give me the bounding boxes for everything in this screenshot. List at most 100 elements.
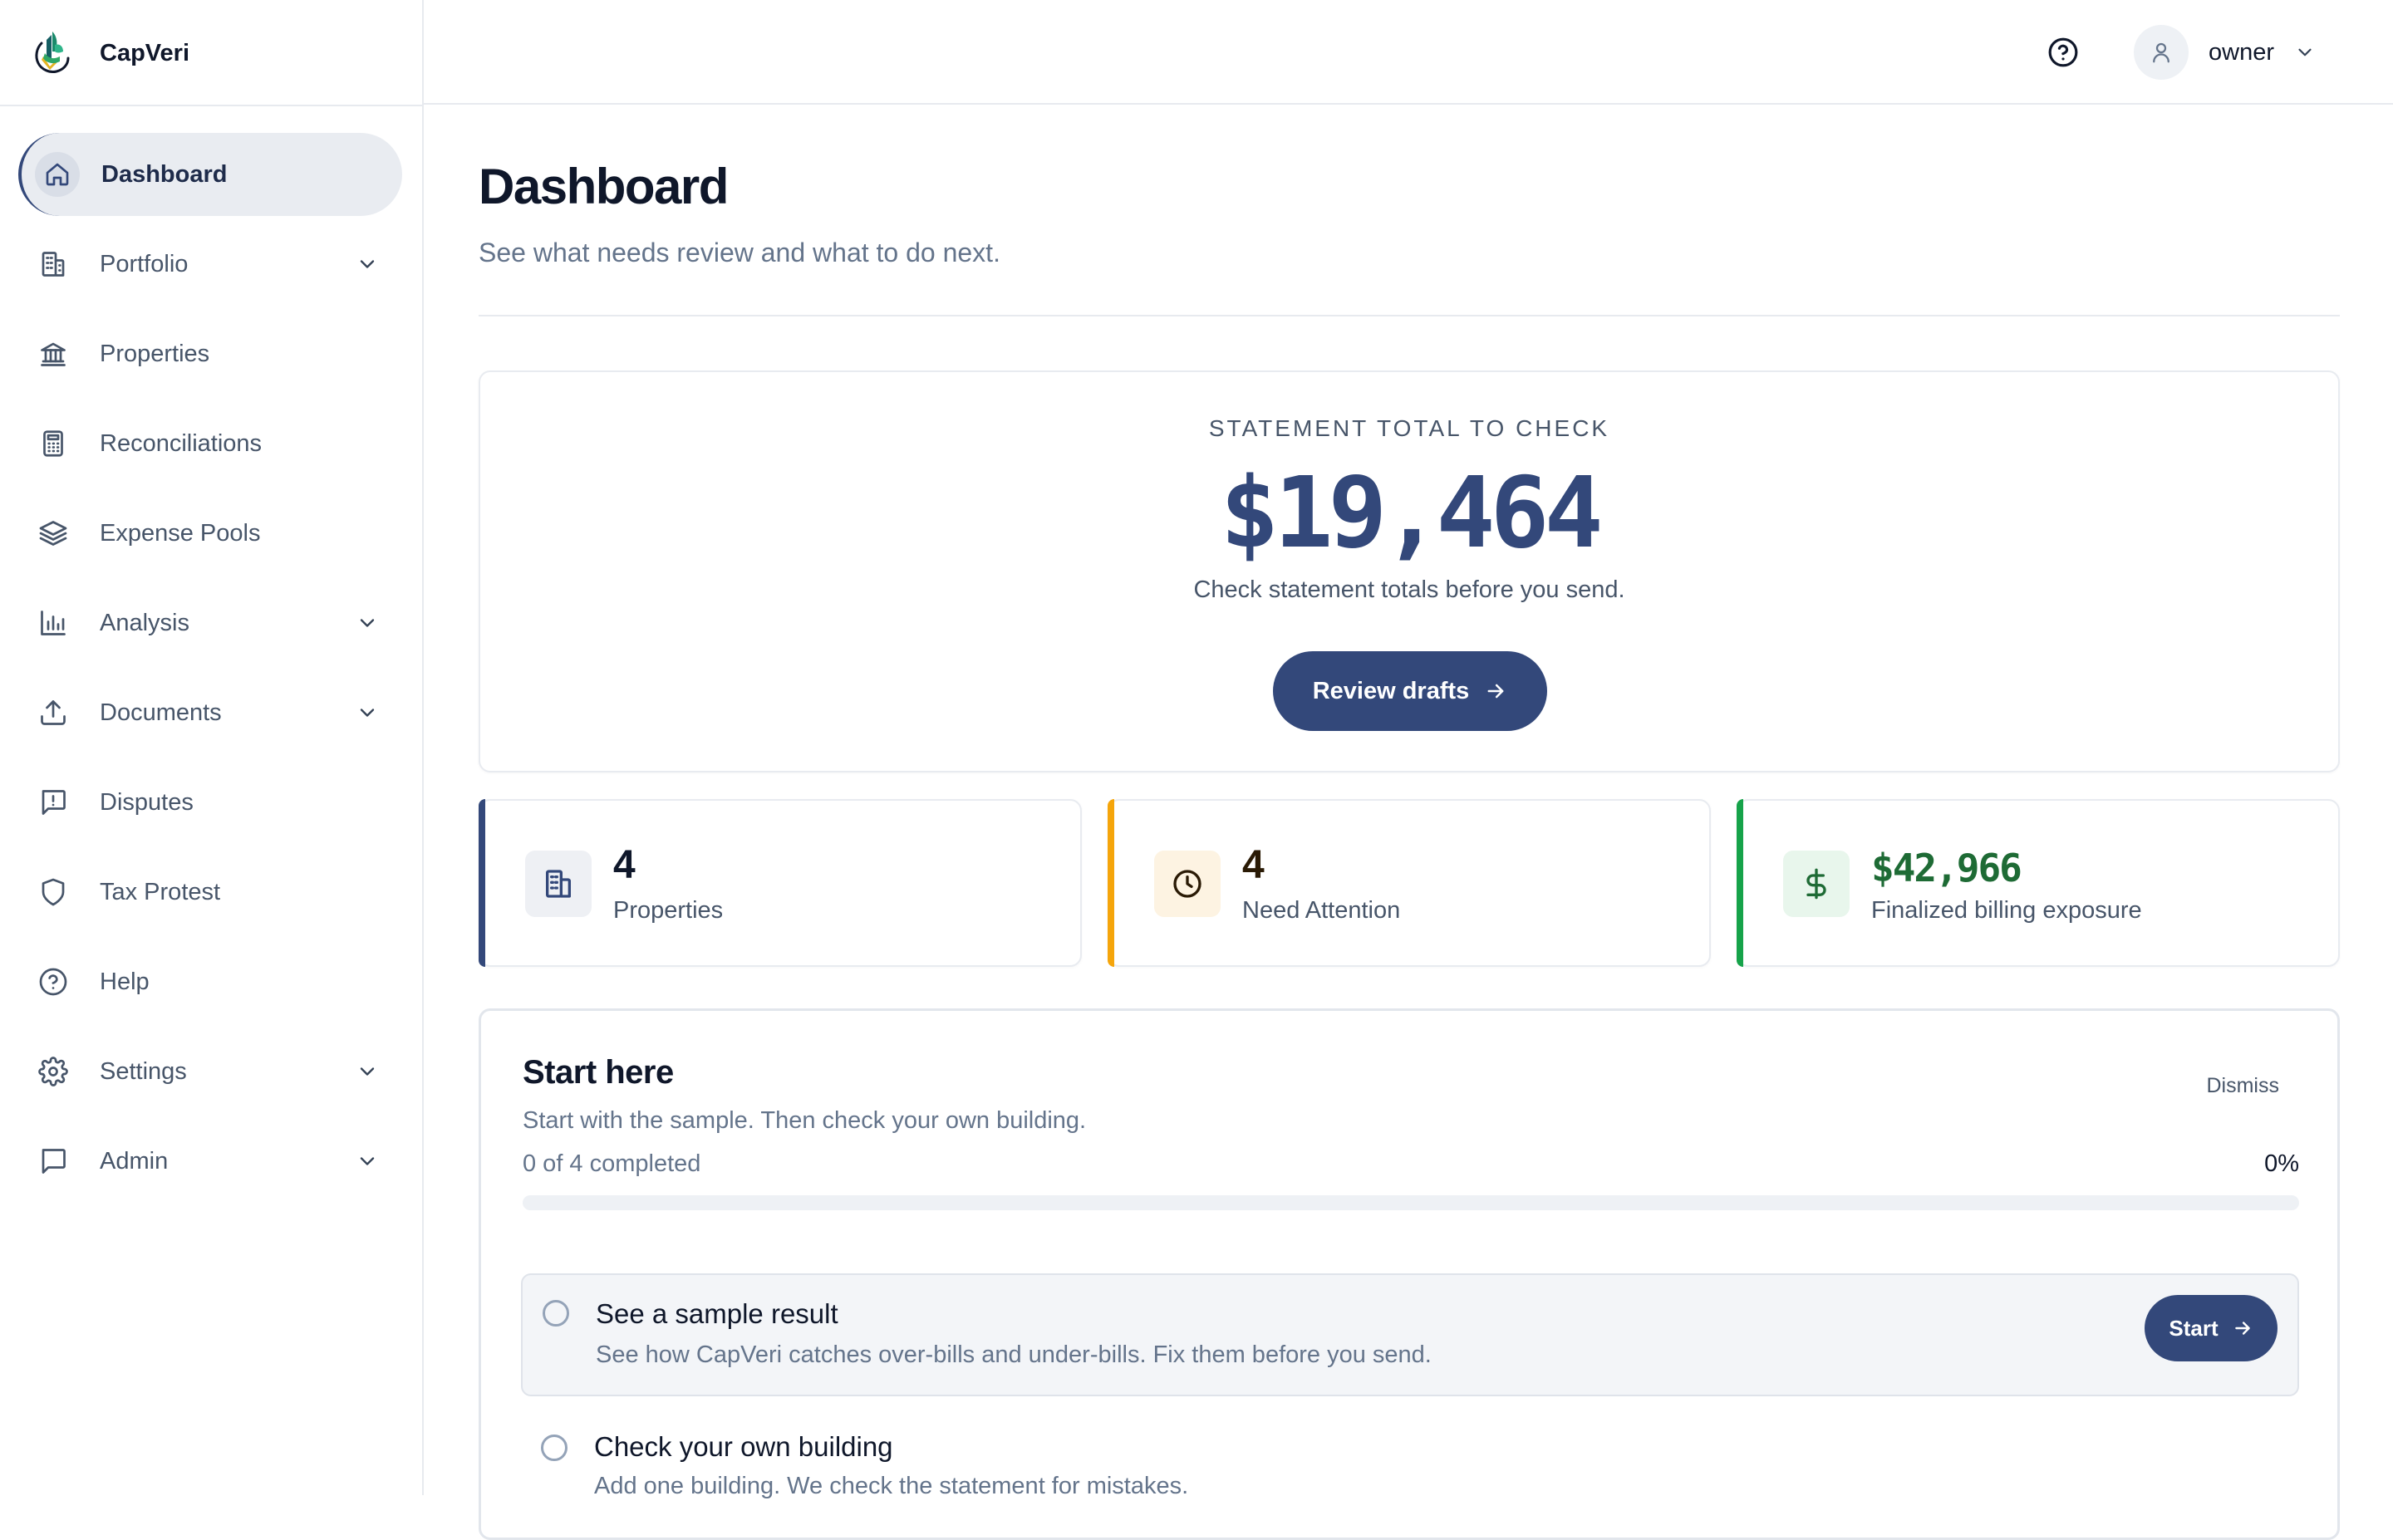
review-drafts-button[interactable]: Review drafts xyxy=(1273,651,1547,731)
chevron-down-icon xyxy=(2294,42,2316,63)
stat-accent xyxy=(1108,799,1114,967)
building-icon xyxy=(542,867,575,900)
statement-total-card: STATEMENT TOTAL TO CHECK $19,464 Check s… xyxy=(479,370,2340,772)
stat-card-properties[interactable]: 4 Properties xyxy=(479,799,1082,967)
sidebar-item-label: Dashboard xyxy=(101,160,228,188)
sidebar-item-label: Disputes xyxy=(100,788,194,816)
stat-label: Finalized billing exposure xyxy=(1871,897,2142,924)
page-subtitle: See what needs review and what to do nex… xyxy=(479,238,1000,267)
arrow-right-icon xyxy=(1484,679,1507,703)
stat-label: Properties xyxy=(613,897,724,924)
chevron-down-icon xyxy=(356,701,379,724)
progress-bar xyxy=(523,1195,2299,1210)
stat-value: 4 xyxy=(1242,843,1265,887)
sidebar-item-label: Reconciliations xyxy=(100,429,263,457)
help-circle-icon[interactable] xyxy=(2047,37,2079,68)
review-drafts-label: Review drafts xyxy=(1312,677,1470,704)
statement-total-note: Check statement totals before you send. xyxy=(1193,576,1625,603)
stat-icon-tile xyxy=(525,851,592,917)
chevron-down-icon xyxy=(356,1060,379,1083)
statement-total-label: STATEMENT TOTAL TO CHECK xyxy=(1208,415,1610,441)
start-here-title: Start here xyxy=(523,1054,674,1091)
bank-icon xyxy=(38,339,68,369)
brand[interactable]: CapVeri xyxy=(30,28,189,78)
sidebar-item-label: Admin xyxy=(100,1147,169,1175)
avatar xyxy=(2134,25,2189,80)
sidebar-item-help[interactable]: Help xyxy=(18,940,402,1023)
shield-icon xyxy=(38,877,68,907)
app-name: CapVeri xyxy=(100,39,189,66)
sidebar-item-settings[interactable]: Settings xyxy=(18,1030,402,1113)
header-divider xyxy=(479,315,2340,316)
sidebar-item-documents[interactable]: Documents xyxy=(18,671,402,754)
help-circle-icon xyxy=(38,967,68,997)
stat-accent xyxy=(1737,799,1743,967)
sidebar-item-label: Settings xyxy=(100,1057,187,1085)
capveri-logo xyxy=(30,28,73,78)
clock-icon xyxy=(1171,867,1204,900)
dismiss-button[interactable]: Dismiss xyxy=(2207,1074,2280,1098)
sidebar-item-label: Help xyxy=(100,968,150,995)
sidebar-item-label: Analysis xyxy=(100,609,189,636)
sidebar-item-reconciliations[interactable]: Reconciliations xyxy=(18,402,402,485)
sidebar-item-admin[interactable]: Admin xyxy=(18,1120,402,1203)
sidebar-divider xyxy=(0,105,424,106)
building-icon xyxy=(38,249,68,279)
start-button[interactable]: Start xyxy=(2145,1295,2278,1361)
top-bar xyxy=(424,0,2393,105)
sidebar-item-label: Expense Pools xyxy=(100,519,261,547)
progress-text: 0 of 4 completed xyxy=(523,1150,701,1177)
message-square-icon xyxy=(38,1146,68,1176)
home-icon xyxy=(44,161,71,188)
stat-card-need-attention[interactable]: 4 Need Attention xyxy=(1108,799,1711,967)
upload-icon xyxy=(38,698,68,728)
chevron-down-icon xyxy=(356,611,379,635)
stat-icon-tile xyxy=(1154,851,1221,917)
page-title: Dashboard xyxy=(479,159,729,214)
statement-total-value: $19,464 xyxy=(1220,455,1603,570)
message-alert-icon xyxy=(38,787,68,817)
sidebar: CapVeri Dashboard Portfolio Properties R… xyxy=(0,0,424,1495)
task-title: Check your own building xyxy=(594,1431,893,1462)
calculator-icon xyxy=(38,429,68,459)
progress-percent: 0% xyxy=(2264,1150,2299,1177)
task-item-sample-result[interactable]: See a sample result See how CapVeri catc… xyxy=(521,1273,2299,1396)
home-icon-bubble xyxy=(35,152,80,197)
gear-icon xyxy=(38,1057,68,1086)
chevron-down-icon xyxy=(356,253,379,276)
stat-value: 4 xyxy=(613,843,636,887)
chevron-down-icon xyxy=(356,1150,379,1173)
stat-icon-tile xyxy=(1783,851,1850,917)
sidebar-item-label: Portfolio xyxy=(100,250,189,277)
sidebar-item-label: Documents xyxy=(100,699,222,726)
start-button-label: Start xyxy=(2169,1315,2219,1341)
sidebar-item-label: Properties xyxy=(100,340,210,367)
sidebar-item-properties[interactable]: Properties xyxy=(18,312,402,395)
start-here-card: Start here Dismiss Start with the sample… xyxy=(479,1008,2340,1540)
sidebar-item-analysis[interactable]: Analysis xyxy=(18,581,402,665)
user-icon xyxy=(2149,40,2174,65)
arrow-right-icon xyxy=(2232,1317,2253,1339)
layers-icon xyxy=(38,518,68,548)
task-description: See how CapVeri catches over-bills and u… xyxy=(596,1341,1432,1368)
sidebar-item-expense-pools[interactable]: Expense Pools xyxy=(18,492,402,575)
task-title: See a sample result xyxy=(596,1298,838,1329)
user-name: owner xyxy=(2209,38,2274,66)
bar-chart-icon xyxy=(38,608,68,638)
stat-accent xyxy=(479,799,485,967)
sidebar-item-dashboard[interactable]: Dashboard xyxy=(18,133,402,216)
sidebar-item-tax-protest[interactable]: Tax Protest xyxy=(18,851,402,934)
task-item-own-building[interactable]: Check your own building Add one building… xyxy=(521,1403,2299,1536)
stat-value: $42,966 xyxy=(1871,846,2022,890)
stat-card-finalized-billing[interactable]: $42,966 Finalized billing exposure xyxy=(1737,799,2340,967)
task-checkbox[interactable] xyxy=(543,1300,569,1327)
stat-label: Need Attention xyxy=(1242,897,1401,924)
task-checkbox[interactable] xyxy=(541,1435,568,1461)
sidebar-item-portfolio[interactable]: Portfolio xyxy=(18,223,402,306)
start-here-subtitle: Start with the sample. Then check your o… xyxy=(523,1107,1087,1134)
user-menu[interactable]: owner xyxy=(2134,25,2316,80)
sidebar-item-disputes[interactable]: Disputes xyxy=(18,761,402,844)
task-description: Add one building. We check the statement… xyxy=(594,1473,1189,1499)
dollar-icon xyxy=(1800,867,1833,900)
sidebar-item-label: Tax Protest xyxy=(100,878,221,905)
